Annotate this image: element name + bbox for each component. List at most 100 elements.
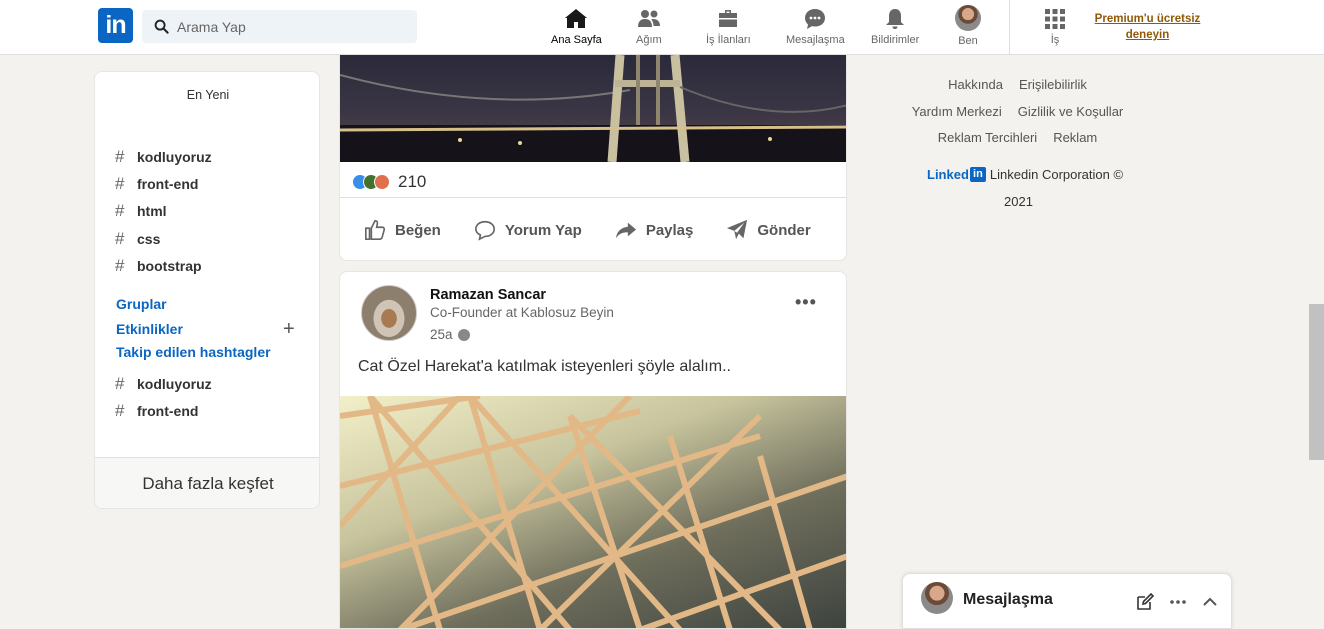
nav-home-label: Ana Sayfa bbox=[551, 34, 602, 46]
nav-notifications[interactable]: Bildirimler bbox=[871, 7, 919, 49]
messaging-title[interactable]: Mesajlaşma bbox=[963, 591, 1053, 609]
recent-tag-label: bootstrap bbox=[137, 258, 202, 274]
footer-link-privacy[interactable]: Gizlilik ve Koşullar bbox=[1018, 104, 1123, 119]
hashtag-icon: # bbox=[115, 201, 125, 220]
recent-title: En Yeni bbox=[186, 88, 230, 102]
reaction-count: 210 bbox=[398, 172, 427, 191]
post-actions: Beğen Yorum Yap Paylaş Gönder bbox=[364, 219, 844, 241]
send-button[interactable]: Gönder bbox=[726, 219, 811, 241]
nav-home[interactable]: Ana Sayfa bbox=[551, 7, 602, 49]
feed-post: 210 Beğen Yorum Yap Paylaş Gönder bbox=[339, 55, 847, 261]
recent-tag-label: html bbox=[137, 203, 167, 219]
post-time-label: 25a bbox=[430, 327, 453, 342]
footer-brand-logo: in bbox=[969, 167, 986, 182]
followed-tag-label: kodluyoruz bbox=[137, 376, 212, 392]
more-options-icon[interactable] bbox=[1168, 592, 1188, 612]
nav-me[interactable]: Ben bbox=[955, 5, 981, 49]
like-label: Beğen bbox=[395, 221, 441, 239]
linkedin-logo[interactable]: in bbox=[98, 8, 133, 43]
globe-icon bbox=[457, 328, 470, 341]
nav-work[interactable]: İş bbox=[1043, 7, 1067, 49]
search-input[interactable] bbox=[177, 18, 397, 35]
search-icon bbox=[154, 19, 169, 34]
send-icon bbox=[727, 219, 748, 240]
author-name[interactable]: Ramazan Sancar bbox=[430, 287, 546, 303]
top-navigation-bar: in Ana Sayfa Ağım İş İlanları Mesajlaşma… bbox=[0, 0, 1324, 55]
recent-tag[interactable]: # html bbox=[115, 201, 167, 221]
events-link[interactable]: Etkinlikler bbox=[116, 321, 183, 337]
network-icon bbox=[637, 10, 660, 27]
nav-work-label: İş bbox=[1050, 34, 1060, 46]
hashtag-icon: # bbox=[115, 174, 125, 193]
left-sidebar-card: En Yeni # kodluyoruz # front-end # html # cs… bbox=[94, 71, 320, 509]
search-box[interactable] bbox=[142, 10, 417, 43]
recent-tag-label: css bbox=[137, 231, 161, 247]
footer-link-ad-preferences[interactable]: Reklam Tercihleri bbox=[938, 130, 1037, 145]
footer-brand-word: Linked bbox=[927, 167, 969, 182]
author-avatar[interactable] bbox=[361, 285, 417, 341]
nav-network[interactable]: Ağım bbox=[636, 7, 662, 49]
briefcase-icon bbox=[719, 10, 738, 27]
post-time: 25a bbox=[430, 327, 470, 342]
like-button[interactable]: Beğen bbox=[364, 219, 441, 241]
post-divider bbox=[340, 197, 846, 198]
groups-link[interactable]: Gruplar bbox=[116, 296, 167, 312]
bridge-illustration bbox=[340, 55, 846, 162]
followed-hashtags-link[interactable]: Takip edilen hashtagler bbox=[116, 344, 271, 360]
recent-tag[interactable]: # kodluyoruz bbox=[115, 147, 212, 167]
share-icon bbox=[615, 222, 636, 239]
followed-tag-label: front-end bbox=[137, 403, 199, 419]
scrollbar-thumb[interactable] bbox=[1309, 304, 1324, 460]
grid-icon bbox=[1045, 9, 1065, 29]
chevron-up-icon[interactable] bbox=[1200, 592, 1220, 612]
page-scrollbar[interactable] bbox=[1309, 55, 1324, 629]
nav-messaging[interactable]: Mesajlaşma bbox=[786, 7, 845, 49]
footer-copyright: Linked in Linkedin Corporation © bbox=[927, 167, 1123, 182]
messaging-overlay[interactable]: Mesajlaşma bbox=[902, 573, 1232, 629]
hashtag-icon: # bbox=[115, 401, 125, 420]
comment-button[interactable]: Yorum Yap bbox=[474, 219, 582, 241]
recent-tag[interactable]: # front-end bbox=[115, 174, 198, 194]
nav-messaging-label: Mesajlaşma bbox=[786, 34, 845, 46]
recent-tag[interactable]: # css bbox=[115, 229, 160, 249]
footer-link-about[interactable]: Hakkında bbox=[948, 77, 1003, 92]
footer-year: 2021 bbox=[1004, 194, 1033, 209]
premium-link[interactable]: Premium'u ücretsiz deneyin bbox=[1090, 11, 1205, 43]
post-image-bridge[interactable] bbox=[340, 55, 846, 162]
share-label: Paylaş bbox=[645, 221, 694, 239]
comment-label: Yorum Yap bbox=[504, 221, 582, 239]
add-event-icon[interactable]: + bbox=[283, 318, 295, 341]
nav-divider bbox=[1009, 0, 1010, 55]
steel-structure-illustration bbox=[340, 396, 846, 628]
more-options-icon[interactable]: ••• bbox=[795, 292, 817, 313]
followed-tag[interactable]: # kodluyoruz bbox=[115, 374, 212, 394]
messaging-icon bbox=[805, 9, 826, 29]
recent-tag[interactable]: # bootstrap bbox=[115, 256, 202, 276]
nav-me-label: Ben bbox=[958, 35, 978, 47]
like-icon bbox=[365, 220, 386, 240]
hashtag-icon: # bbox=[115, 374, 125, 393]
footer-corporation: Linkedin Corporation © bbox=[989, 167, 1124, 182]
send-label: Gönder bbox=[757, 221, 811, 239]
nav-network-label: Ağım bbox=[636, 34, 662, 46]
post-image-steel-structure[interactable] bbox=[340, 396, 846, 628]
hashtag-icon: # bbox=[115, 256, 125, 275]
author-title: Co-Founder at Kablosuz Beyin bbox=[430, 305, 614, 320]
compose-icon[interactable] bbox=[1135, 592, 1155, 612]
post-text: Cat Özel Harekat'a katılmak isteyenleri … bbox=[358, 358, 731, 375]
nav-jobs-label: İş İlanları bbox=[706, 34, 751, 46]
discover-more-button[interactable]: Daha fazla keşfet bbox=[95, 458, 319, 508]
recent-tag-label: kodluyoruz bbox=[137, 149, 212, 165]
footer-link-accessibility[interactable]: Erişilebilirlik bbox=[1019, 77, 1087, 92]
share-button[interactable]: Paylaş bbox=[615, 219, 694, 241]
avatar bbox=[921, 582, 953, 614]
footer-link-help[interactable]: Yardım Merkezi bbox=[912, 104, 1002, 119]
bell-icon bbox=[886, 9, 905, 29]
nav-jobs[interactable]: İş İlanları bbox=[706, 7, 751, 49]
avatar bbox=[955, 5, 981, 31]
followed-tag[interactable]: # front-end bbox=[115, 401, 198, 421]
reactions-summary[interactable]: 210 bbox=[352, 172, 426, 192]
comment-icon bbox=[474, 220, 495, 241]
love-reaction-icon bbox=[374, 174, 390, 190]
footer-link-advertising[interactable]: Reklam bbox=[1053, 130, 1097, 145]
